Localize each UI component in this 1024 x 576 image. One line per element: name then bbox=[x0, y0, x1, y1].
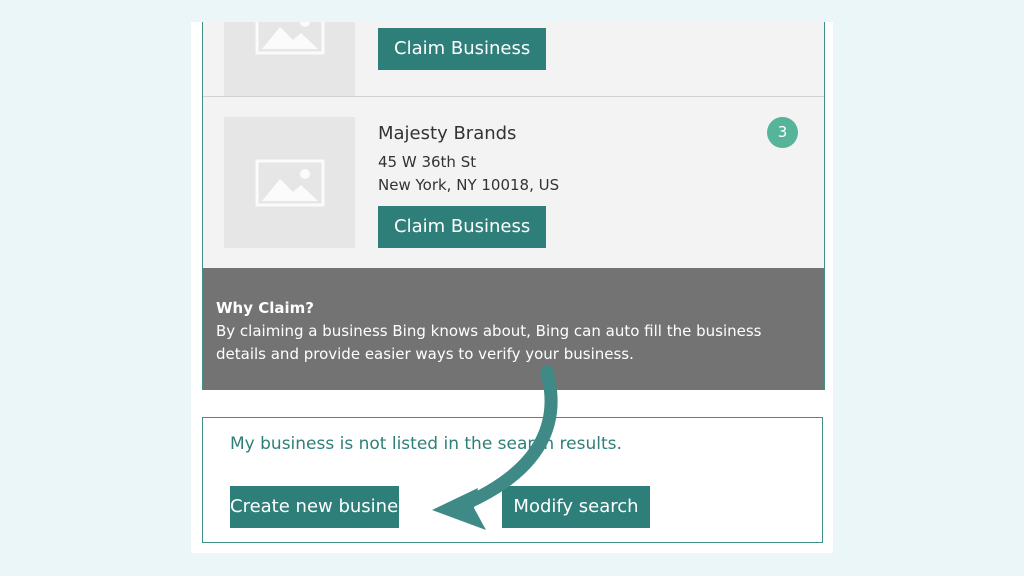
claim-business-button[interactable]: Claim Business bbox=[378, 28, 547, 70]
business-thumbnail bbox=[224, 22, 355, 96]
image-placeholder-icon bbox=[255, 159, 324, 206]
result-item: Majesty Brands 45 W 36th St New York, NY… bbox=[203, 97, 824, 268]
search-results-list: Claim Business Majesty Brands 45 W 36th … bbox=[202, 22, 825, 390]
image-placeholder-icon bbox=[255, 22, 324, 54]
why-claim-text: By claiming a business Bing knows about,… bbox=[216, 322, 762, 363]
business-address-line2: New York, NY 10018, US bbox=[378, 176, 560, 194]
create-new-business-button[interactable]: Create new business bbox=[230, 486, 417, 528]
business-name[interactable]: Majesty Brands bbox=[378, 123, 516, 144]
why-claim-title: Why Claim? bbox=[216, 299, 314, 317]
business-address-line1: 45 W 36th St bbox=[378, 153, 477, 171]
not-listed-panel: My business is not listed in the search … bbox=[202, 417, 823, 543]
claim-business-button[interactable]: Claim Business bbox=[378, 206, 547, 248]
why-claim-panel: Why Claim? By claiming a business Bing k… bbox=[203, 268, 824, 390]
result-item: Claim Business bbox=[203, 22, 824, 97]
claim-business-page: Claim Business Majesty Brands 45 W 36th … bbox=[191, 22, 833, 553]
modify-search-button[interactable]: Modify search bbox=[502, 486, 650, 528]
business-thumbnail bbox=[224, 117, 355, 248]
not-listed-message: My business is not listed in the search … bbox=[230, 434, 622, 454]
rank-badge: 3 bbox=[767, 117, 798, 148]
